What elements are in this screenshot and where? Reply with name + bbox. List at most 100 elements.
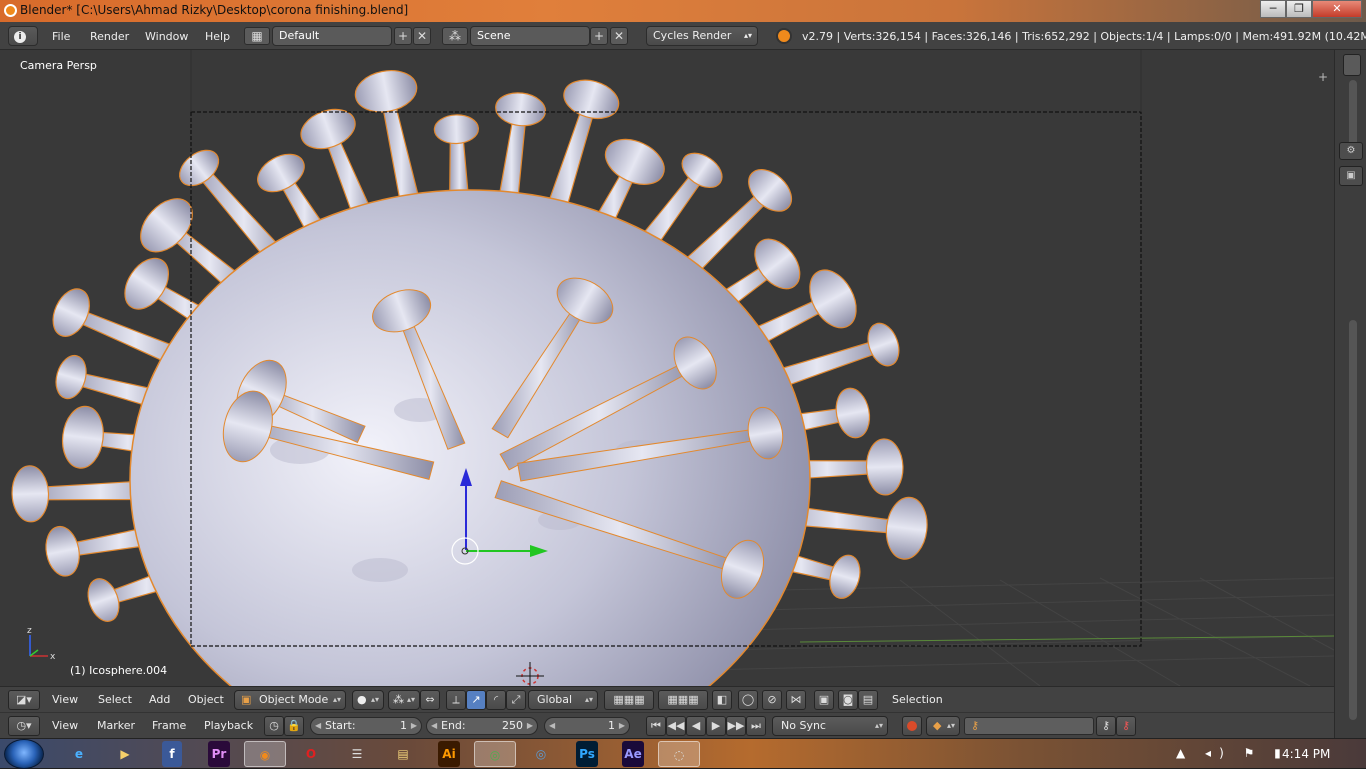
sync-mode-dropdown[interactable]: No Sync ▴▾ — [772, 716, 888, 736]
media-player-icon[interactable]: ▶ — [104, 741, 146, 767]
menu-view[interactable]: View — [52, 693, 78, 706]
translate-icon[interactable]: ↗ — [466, 690, 486, 710]
spike-head — [55, 354, 87, 400]
x-axis-line — [799, 635, 1334, 643]
remove-layout-icon[interactable]: ✕ — [413, 27, 431, 45]
jump-start-icon[interactable]: ⏮ — [646, 716, 666, 736]
snap-element-icon[interactable]: ⋈ — [786, 690, 806, 710]
remove-scene-icon[interactable]: ✕ — [610, 27, 628, 45]
manipulator-icon[interactable]: ⟂ — [446, 690, 466, 710]
auto-keying-record-icon[interactable] — [902, 716, 922, 736]
photoshop-icon[interactable]: Ps — [576, 741, 598, 767]
add-layout-icon[interactable]: + — [394, 27, 412, 45]
dropdown-arrow-icon: ▴▾ — [743, 31, 752, 40]
keying-set-dropdown[interactable]: ◆ ▴▾ — [926, 716, 960, 736]
internet-explorer-icon[interactable]: e — [58, 741, 100, 767]
start-frame-field[interactable]: ◀ Start: 1 ▶ — [310, 717, 422, 735]
insert-keyframe-icon[interactable]: ⚷ — [1096, 716, 1116, 736]
vertical-scrollbar[interactable] — [1349, 320, 1357, 720]
spike-head — [61, 405, 104, 469]
menu-marker[interactable]: Marker — [97, 719, 135, 732]
start-button[interactable] — [4, 739, 44, 769]
create-tab-icon[interactable]: ▣ — [1339, 166, 1363, 186]
menu-select[interactable]: Select — [98, 693, 132, 706]
transform-orientation-dropdown[interactable]: Global ▴▾ — [528, 690, 598, 710]
toolshelf-toggle-plus[interactable]: + — [1318, 70, 1328, 84]
menu-add[interactable]: Add — [149, 693, 170, 706]
delete-keyframe-icon[interactable]: ⚷ — [1116, 716, 1136, 736]
scene-field[interactable]: Scene — [470, 26, 590, 46]
active-keying-set-field[interactable]: ⚷ — [964, 717, 1094, 735]
add-scene-icon[interactable]: + — [590, 27, 608, 45]
menu-help[interactable]: Help — [205, 30, 230, 43]
chrome-alt-icon[interactable]: ◎ — [520, 741, 562, 767]
viewport-shading-dropdown[interactable]: ● ▴▾ — [352, 690, 384, 710]
maximize-button[interactable]: ❐ — [1286, 0, 1312, 18]
screen-layout-field[interactable]: Default — [272, 26, 392, 46]
browser-icon[interactable]: ☰ — [336, 741, 378, 767]
jump-keyframe-forward-icon[interactable]: ▶▶ — [726, 716, 746, 736]
opera-icon[interactable]: O — [290, 741, 332, 767]
spike-head — [433, 114, 479, 145]
render-engine-dropdown[interactable]: Cycles Render ▴▾ — [646, 26, 758, 46]
scene-icon[interactable]: ⁂ — [442, 27, 468, 45]
menu-render[interactable]: Render — [90, 30, 129, 43]
lock-layers-icon[interactable]: ◧ — [712, 690, 732, 710]
proportional-edit-icon[interactable]: ◯ — [738, 690, 758, 710]
window-title: Blender* [C:\Users\Ahmad Rizky\Desktop\c… — [20, 3, 409, 17]
layers-grid-2-icon[interactable]: ▦▦▦ — [658, 690, 708, 710]
system-tray-icons[interactable]: ▲ ◂) ⚑ ▮ — [1176, 746, 1289, 760]
3d-viewport[interactable]: z x Camera Persp (1) Icosphere.004 + — [0, 50, 1334, 686]
manipulator-toggle-icon[interactable]: ⇔ — [420, 690, 440, 710]
menu-playback[interactable]: Playback — [204, 719, 253, 732]
render-engine-label: Cycles Render — [653, 29, 732, 42]
play-icon[interactable]: ▶ — [706, 716, 726, 736]
cube-icon: ▣ — [241, 693, 252, 706]
facebook-icon[interactable]: f — [162, 741, 182, 767]
snap-toggle-icon[interactable]: ⊘ — [762, 690, 782, 710]
opengl-render-icon[interactable]: ▣ — [814, 690, 834, 710]
spike-head — [835, 387, 871, 439]
after-effects-icon[interactable]: Ae — [622, 741, 644, 767]
spike-head — [604, 138, 665, 185]
paint-icon[interactable]: ◌ — [658, 741, 700, 767]
object-mode-dropdown[interactable]: ▣ Object Mode ▴▾ — [234, 690, 346, 710]
illustrator-icon[interactable]: Ai — [438, 741, 460, 767]
axis-x-label: x — [50, 652, 56, 662]
menu-file[interactable]: File — [52, 30, 70, 43]
scroll-track[interactable] — [1349, 80, 1357, 150]
scale-icon[interactable]: ⤢ — [506, 690, 526, 710]
play-reverse-icon[interactable]: ◀ — [686, 716, 706, 736]
menu-timeline-view[interactable]: View — [52, 719, 78, 732]
editor-type-info-button[interactable]: i ▴▾ — [8, 26, 38, 59]
end-frame-field[interactable]: ◀ End: 250 ▶ — [426, 717, 538, 735]
lock-icon[interactable]: 🔒 — [284, 716, 304, 736]
dropdown-arrow-icon: ▴▾ — [584, 695, 593, 704]
close-button[interactable]: ✕ — [1312, 0, 1362, 18]
properties-tab-icon[interactable] — [1343, 54, 1361, 76]
menu-window[interactable]: Window — [145, 30, 188, 43]
premiere-icon[interactable]: Pr — [208, 741, 230, 767]
tool-tab-icon[interactable]: ⚙ — [1339, 142, 1363, 160]
rotate-icon[interactable]: ◜ — [486, 690, 506, 710]
screen-layout-icon[interactable]: ▦ — [244, 27, 270, 45]
render-animation-icon[interactable]: ▤ — [858, 690, 878, 710]
menu-frame[interactable]: Frame — [152, 719, 186, 732]
blender-taskbar-icon[interactable]: ◉ — [244, 741, 286, 767]
menu-object[interactable]: Object — [188, 693, 224, 706]
current-frame-field[interactable]: ◀ 1 ▶ — [544, 717, 630, 735]
preview-range-icon[interactable]: ◷ — [264, 716, 284, 736]
jump-end-icon[interactable]: ⏭ — [746, 716, 766, 736]
minimize-button[interactable]: ─ — [1260, 0, 1286, 18]
start-value: 1 — [400, 719, 407, 732]
dropdown-arrow-icon: ▴▾ — [332, 695, 341, 704]
render-image-icon[interactable]: ◙ — [838, 690, 858, 710]
layers-grid-1-icon[interactable]: ▦▦▦ — [604, 690, 654, 710]
chrome-icon[interactable]: ◎ — [474, 741, 516, 767]
taskbar-clock[interactable]: 4:14 PM — [1282, 747, 1330, 761]
jump-keyframe-back-icon[interactable]: ◀◀ — [666, 716, 686, 736]
editor-type-3dview-icon[interactable]: ◪▾ — [8, 690, 40, 710]
file-explorer-icon[interactable]: ▤ — [382, 741, 424, 767]
pivot-point-dropdown[interactable]: ⁂ ▴▾ — [388, 690, 420, 710]
editor-type-timeline-icon[interactable]: ◷▾ — [8, 716, 40, 736]
